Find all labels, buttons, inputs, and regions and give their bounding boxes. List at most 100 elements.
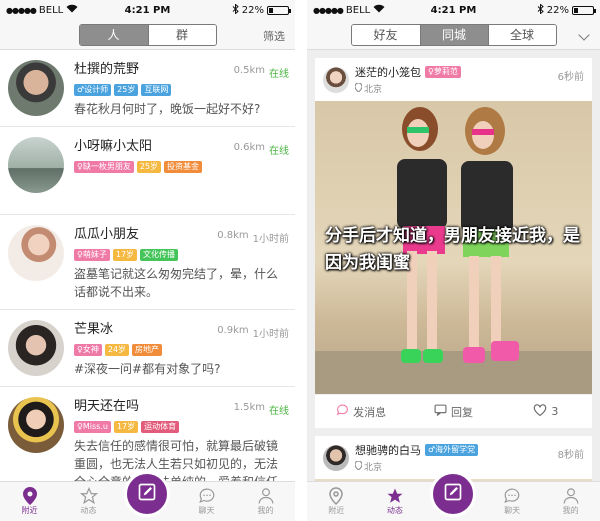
send-message-button[interactable]: 发消息 (315, 404, 407, 420)
industry-tag: 运动体育 (141, 421, 180, 433)
location-pin-icon (21, 487, 39, 505)
age-tag: 17岁 (112, 249, 138, 261)
post-card[interactable]: 迷茫的小笼包 ♀萝莉范 北京 6秒前 分手后才知道，男朋友接近我，是因为我闺蜜 … (315, 58, 592, 428)
distance: 0.5km (233, 65, 265, 76)
user-name: 杜撰的荒野 (74, 62, 140, 77)
industry-tag: 房地产 (132, 344, 163, 356)
industry-tag: 文化传播 (140, 249, 179, 261)
status-bar: ●●●●● BELL 4:21 PM 22% (0, 0, 295, 20)
post-location: 北京 (364, 463, 383, 473)
edit-icon (137, 482, 157, 506)
post-location: 北京 (364, 85, 383, 95)
bluetooth-icon (537, 2, 544, 17)
chat-bubble-icon (503, 487, 521, 505)
poster-name: 迷茫的小笼包 (355, 66, 421, 79)
distance: 0.6km (233, 142, 265, 153)
online-status: 在线 (269, 146, 289, 157)
gender-tag: ♀女神 (74, 344, 102, 356)
gender-tag: ♀缺一枚男朋友 (74, 161, 134, 173)
avatar[interactable] (8, 225, 64, 281)
gender-tag: ♀Miss.u (74, 421, 111, 433)
post-time: 6秒前 (557, 72, 584, 83)
tab-chat[interactable]: 聊天 (483, 482, 542, 521)
gender-tag: ♂设计师 (74, 84, 112, 96)
star-icon (386, 487, 404, 505)
signal-dots-icon: ●●●●● (6, 5, 37, 15)
nav-bar: 好友 同城 全球 (307, 20, 600, 50)
distance: 0.9km (217, 325, 249, 336)
chevron-down-icon[interactable] (578, 29, 590, 41)
wifi-icon (373, 4, 385, 16)
carrier-label: BELL (38, 4, 64, 16)
avatar[interactable] (8, 60, 64, 116)
nearby-user-list: 杜撰的荒野 0.5km 在线 ♂设计师 25岁 互联网 春花秋月何时了，晚饭一起… (0, 50, 295, 481)
segment-friends[interactable]: 好友 (351, 24, 420, 45)
chat-bubble-icon (198, 487, 216, 505)
compose-button[interactable] (430, 471, 476, 517)
user-name: 明天还在吗 (74, 399, 140, 414)
online-status: 在线 (269, 406, 289, 417)
avatar[interactable] (8, 397, 64, 453)
avatar[interactable] (323, 66, 349, 93)
segment-same-city[interactable]: 同城 (419, 24, 488, 45)
like-button[interactable]: 3 (500, 404, 592, 419)
person-icon (257, 487, 275, 505)
star-icon (79, 487, 98, 505)
user-name: 芒果冰 (74, 322, 114, 337)
user-row[interactable]: 杜撰的荒野 0.5km 在线 ♂设计师 25岁 互联网 春花秋月何时了，晚饭一起… (0, 50, 295, 127)
post-actions: 发消息 回复 3 (315, 394, 592, 428)
post-time: 8秒前 (557, 450, 584, 461)
tab-nearby[interactable]: 附近 (307, 482, 366, 521)
segment-groups[interactable]: 群 (147, 24, 216, 45)
battery-icon (267, 5, 291, 15)
compose-button[interactable] (124, 471, 170, 517)
user-name: 小呀嘛小太阳 (74, 139, 153, 154)
user-message: #深夜一问#都有对象了吗? (74, 362, 221, 376)
poster-name: 想驰骋的白马 (355, 444, 421, 457)
age-tag: 24岁 (104, 344, 130, 356)
user-message: 盗墓笔记就这么匆匆完结了，晕，什么话都说不出来。 (74, 267, 279, 299)
segment-people[interactable]: 人 (79, 24, 148, 45)
moments-screen: ●●●●● BELL 4:21 PM 22% 好友 同城 全球 迷茫的小笼包 ♀… (307, 0, 600, 521)
avatar[interactable] (323, 444, 349, 471)
heart-icon (533, 404, 547, 419)
reply-button[interactable]: 回复 (407, 404, 499, 420)
filter-button[interactable]: 筛选 (263, 28, 285, 44)
bluetooth-icon (232, 2, 239, 17)
tab-moments[interactable]: 动态 (59, 482, 118, 521)
photo-caption: 分手后才知道，男朋友接近我，是因为我闺蜜 (325, 226, 580, 273)
tab-profile[interactable]: 我的 (236, 482, 295, 521)
nav-bar: 人 群 筛选 (0, 20, 295, 50)
signal-dots-icon: ●●●●● (313, 5, 344, 15)
person-icon (562, 487, 580, 505)
comment-icon (434, 404, 447, 419)
industry-tag: 互联网 (141, 84, 172, 96)
battery-percent: 22% (241, 4, 264, 16)
segment-global[interactable]: 全球 (487, 24, 556, 45)
last-active: 1小时前 (252, 329, 289, 340)
chat-bubble-icon (336, 404, 349, 419)
user-row[interactable]: 瓜瓜小朋友 0.8km 1小时前 ♀萌妹子 17岁 文化传播 盗墓笔记就这么匆匆… (0, 215, 295, 310)
nearby-screen: ●●●●● BELL 4:21 PM 22% 人 群 筛选 杜撰的荒野 0.5k… (0, 0, 295, 521)
tab-profile[interactable]: 我的 (541, 482, 600, 521)
user-row[interactable]: 芒果冰 0.9km 1小时前 ♀女神 24岁 房地产 #深夜一问#都有对象了吗? (0, 310, 295, 387)
carrier-label: BELL (345, 4, 371, 16)
user-row[interactable]: 明天还在吗 1.5km 在线 ♀Miss.u 17岁 运动体育 失去信任的感情很… (0, 387, 295, 481)
age-tag: 17岁 (113, 421, 139, 433)
user-row[interactable]: 小呀嘛小太阳 0.6km 在线 ♀缺一枚男朋友 25岁 投资基金 (0, 127, 295, 215)
avatar[interactable] (8, 137, 64, 193)
like-count: 3 (551, 405, 559, 418)
avatar[interactable] (8, 320, 64, 376)
location-pin-icon (327, 487, 345, 505)
tab-nearby[interactable]: 附近 (0, 482, 59, 521)
last-active: 1小时前 (252, 234, 289, 245)
tab-moments[interactable]: 动态 (366, 482, 425, 521)
user-message: 春花秋月何时了，晚饭一起好不好? (74, 102, 261, 116)
distance: 1.5km (233, 402, 265, 413)
distance: 0.8km (217, 230, 249, 241)
moments-feed: 迷茫的小笼包 ♀萝莉范 北京 6秒前 分手后才知道，男朋友接近我，是因为我闺蜜 … (307, 50, 600, 481)
scope-segmented-control[interactable]: 好友 同城 全球 (350, 23, 557, 46)
people-group-segmented-control[interactable]: 人 群 (78, 23, 217, 46)
tab-chat[interactable]: 聊天 (177, 482, 236, 521)
post-photo[interactable]: 分手后才知道，男朋友接近我，是因为我闺蜜 (315, 101, 592, 394)
